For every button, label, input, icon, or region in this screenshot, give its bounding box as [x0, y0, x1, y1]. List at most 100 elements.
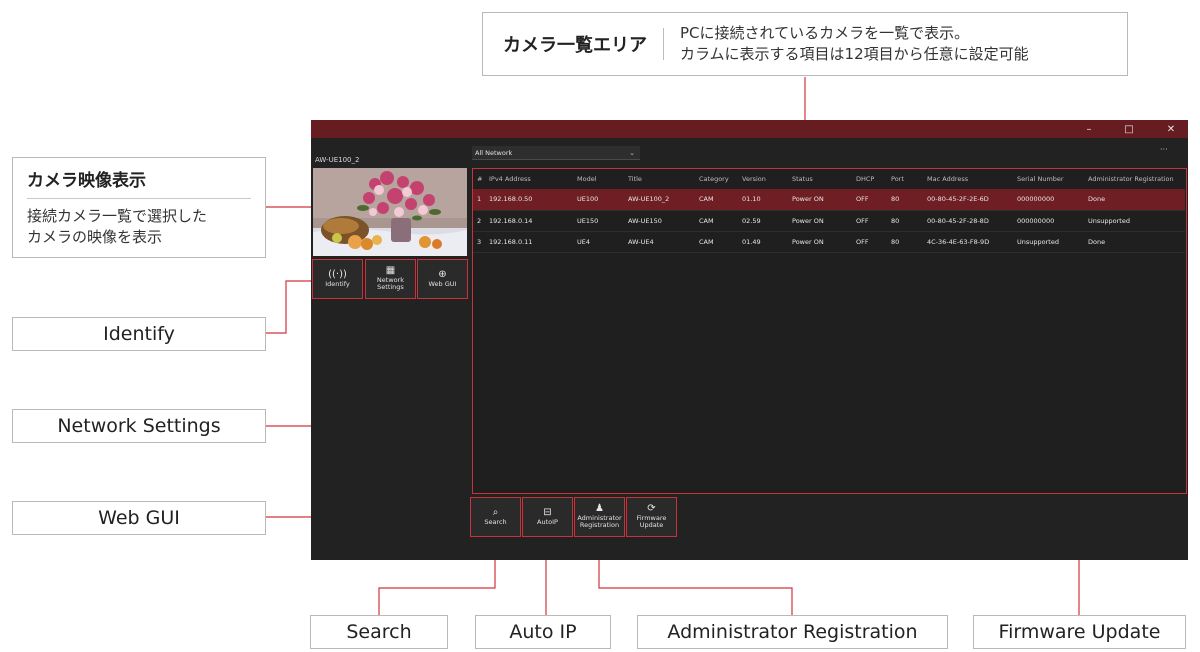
- table-cell: 192.168.0.14: [485, 210, 573, 232]
- column-header[interactable]: Status: [788, 169, 852, 189]
- update-icon: ⟳: [647, 503, 656, 514]
- more-options-icon[interactable]: ···: [1160, 145, 1168, 154]
- table-cell: 4C-36-4E-63-F8-9D: [923, 231, 1013, 253]
- callout-camera-list-title: カメラ一覧エリア: [483, 28, 664, 60]
- table-cell: 02.59: [738, 210, 788, 232]
- chevron-down-icon: ⌄: [629, 148, 635, 157]
- table-cell: 3: [473, 231, 485, 253]
- callout-auto-ip: Auto IP: [475, 615, 611, 649]
- table-cell: 80: [887, 231, 923, 253]
- column-header[interactable]: Model: [573, 169, 624, 189]
- column-header[interactable]: Category: [695, 169, 738, 189]
- callout-camera-video-desc-line1: 接続カメラ一覧で選択した: [27, 207, 208, 225]
- user-icon: ♟: [595, 503, 604, 514]
- callout-web-gui: Web GUI: [12, 501, 266, 535]
- column-header[interactable]: Version: [738, 169, 788, 189]
- column-header[interactable]: Port: [887, 169, 923, 189]
- table-cell: Unsupported: [1013, 231, 1084, 253]
- network-settings-button[interactable]: ▦ Network Settings: [365, 259, 416, 299]
- table-cell: Power ON: [788, 231, 852, 253]
- column-header[interactable]: IPv4 Address: [485, 169, 573, 189]
- column-header[interactable]: DHCP: [852, 169, 887, 189]
- camera-table: # IPv4 Address Model Title Category Vers…: [473, 169, 1185, 253]
- maximize-icon[interactable]: □: [1117, 120, 1141, 138]
- administrator-registration-button[interactable]: ♟ Administrator Registration: [574, 497, 625, 537]
- table-cell: 192.168.0.50: [485, 189, 573, 211]
- table-row-selected[interactable]: 1 192.168.0.50 UE100 AW-UE100_2 CAM 01.1…: [473, 189, 1185, 211]
- table-cell: AW-UE100_2: [624, 189, 695, 211]
- table-cell: Done: [1084, 231, 1185, 253]
- table-cell: 00-80-45-2F-28-8D: [923, 210, 1013, 232]
- callout-camera-list-desc: PCに接続されているカメラを一覧で表示。 カラムに表示する項目は12項目から任意…: [664, 23, 1029, 65]
- web-gui-button[interactable]: ⊕ Web GUI: [417, 259, 468, 299]
- identify-button[interactable]: ((·)) Identify: [312, 259, 363, 299]
- table-cell: Power ON: [788, 189, 852, 211]
- globe-icon: ⊕: [438, 268, 447, 280]
- column-header[interactable]: #: [473, 169, 485, 189]
- network-settings-icon: ▦: [385, 265, 396, 276]
- table-cell: OFF: [852, 210, 887, 232]
- callout-camera-video-title: カメラ映像表示: [27, 166, 251, 199]
- column-header[interactable]: Title: [624, 169, 695, 189]
- title-bar: – □ ✕: [311, 120, 1188, 138]
- firmware-update-button[interactable]: ⟳ Firmware Update: [626, 497, 677, 537]
- table-cell: 01.49: [738, 231, 788, 253]
- table-cell: 2: [473, 210, 485, 232]
- table-cell: 1: [473, 189, 485, 211]
- table-cell: AW-UE150: [624, 210, 695, 232]
- table-row[interactable]: 2 192.168.0.14 UE150 AW-UE150 CAM 02.59 …: [473, 210, 1185, 232]
- search-button-label: Search: [484, 517, 507, 526]
- callout-search: Search: [310, 615, 448, 649]
- table-cell: 01.10: [738, 189, 788, 211]
- table-cell: Unsupported: [1084, 210, 1185, 232]
- auto-ip-button[interactable]: ⊟ AutoIP: [522, 497, 573, 537]
- callout-administrator-registration: Administrator Registration: [637, 615, 948, 649]
- auto-ip-icon: ⊟: [543, 506, 552, 518]
- camera-list-panel: # IPv4 Address Model Title Category Vers…: [472, 168, 1187, 494]
- callout-camera-video-desc-line2: カメラの映像を表示: [27, 228, 163, 246]
- table-cell: 80: [887, 189, 923, 211]
- firmware-label-line2: Update: [639, 521, 664, 529]
- callout-camera-video: カメラ映像表示 接続カメラ一覧で選択した カメラの映像を表示: [12, 157, 266, 258]
- table-cell: OFF: [852, 189, 887, 211]
- table-cell: 000000000: [1013, 210, 1084, 232]
- table-cell: 80: [887, 210, 923, 232]
- table-cell: CAM: [695, 210, 738, 232]
- selected-camera-name: AW-UE100_2: [315, 156, 360, 164]
- table-cell: UE100: [573, 189, 624, 211]
- network-settings-label-line2: Settings: [377, 283, 404, 291]
- table-cell: 192.168.0.11: [485, 231, 573, 253]
- callout-camera-list-desc-line1: PCに接続されているカメラを一覧で表示。: [680, 24, 970, 42]
- callout-firmware-update: Firmware Update: [973, 615, 1186, 649]
- identify-button-label: Identify: [325, 279, 350, 288]
- table-cell: UE150: [573, 210, 624, 232]
- table-cell: Power ON: [788, 210, 852, 232]
- callout-camera-list-area: カメラ一覧エリア PCに接続されているカメラを一覧で表示。 カラムに表示する項目…: [482, 12, 1128, 76]
- search-icon: ⌕: [492, 506, 499, 518]
- table-header-row: # IPv4 Address Model Title Category Vers…: [473, 169, 1185, 189]
- admin-label-line2: Registration: [579, 521, 620, 529]
- network-filter-value: All Network: [475, 148, 513, 157]
- callout-camera-list-desc-line2: カラムに表示する項目は12項目から任意に設定可能: [680, 45, 1029, 63]
- network-filter-select[interactable]: All Network ⌄: [472, 146, 640, 160]
- table-cell: Done: [1084, 189, 1185, 211]
- close-icon[interactable]: ✕: [1159, 120, 1183, 138]
- table-cell: CAM: [695, 189, 738, 211]
- identify-icon: ((·)): [328, 268, 347, 280]
- column-header[interactable]: Serial Number: [1013, 169, 1084, 189]
- column-header[interactable]: Administrator Registration: [1084, 169, 1185, 189]
- callout-network-settings: Network Settings: [12, 409, 266, 443]
- minimize-icon[interactable]: –: [1077, 120, 1101, 138]
- table-cell: 00-80-45-2F-2E-6D: [923, 189, 1013, 211]
- search-button[interactable]: ⌕ Search: [470, 497, 521, 537]
- app-window: – □ ✕ AW-UE100_2 ((·)) Identify ▦ Networ…: [311, 120, 1188, 560]
- web-gui-button-label: Web GUI: [428, 279, 457, 288]
- camera-video-preview: [313, 168, 467, 256]
- column-header[interactable]: Mac Address: [923, 169, 1013, 189]
- table-cell: AW-UE4: [624, 231, 695, 253]
- callout-identify: Identify: [12, 317, 266, 351]
- table-cell: OFF: [852, 231, 887, 253]
- table-row[interactable]: 3 192.168.0.11 UE4 AW-UE4 CAM 01.49 Powe…: [473, 231, 1185, 253]
- auto-ip-button-label: AutoIP: [537, 517, 558, 526]
- callout-camera-video-desc: 接続カメラ一覧で選択した カメラの映像を表示: [27, 206, 251, 248]
